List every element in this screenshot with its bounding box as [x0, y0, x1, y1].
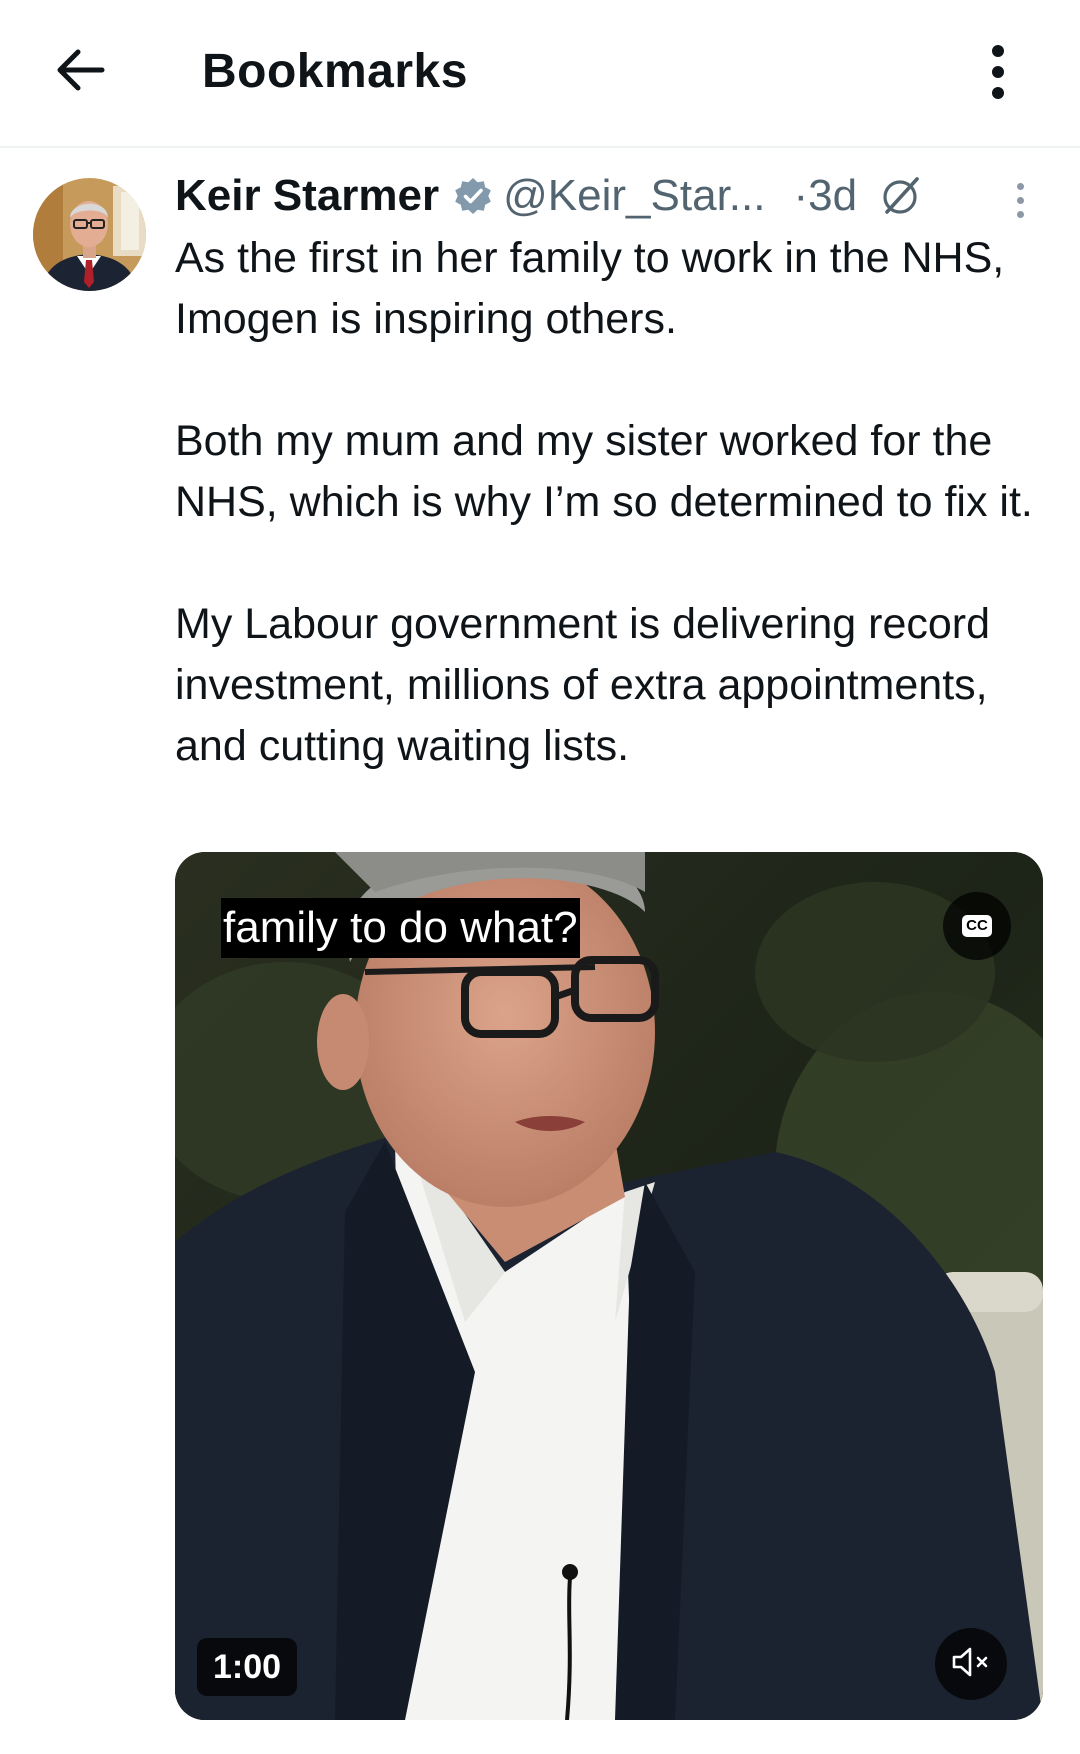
more-options-button[interactable]: [966, 36, 1030, 108]
video-player[interactable]: family to do what? CC 1:00: [175, 852, 1043, 1720]
closed-captions-button[interactable]: CC: [943, 892, 1011, 960]
avatar-image: [33, 178, 146, 291]
more-vertical-icon: [1016, 182, 1024, 190]
grok-icon[interactable]: [879, 174, 923, 218]
tweet-paragraph: My Labour government is delivering recor…: [175, 600, 991, 770]
author-handle[interactable]: @Keir_Star...: [503, 171, 765, 221]
video-frame: [175, 852, 1043, 1720]
arrow-left-icon: [54, 48, 106, 97]
tweet-header: Keir Starmer @Keir_Star... ·3d: [175, 166, 923, 226]
back-button[interactable]: [44, 36, 116, 108]
tweet-text: As the first in her family to work in th…: [175, 228, 1055, 777]
author-name[interactable]: Keir Starmer: [175, 171, 439, 221]
more-vertical-icon: [992, 45, 1004, 57]
page-title: Bookmarks: [202, 45, 468, 98]
mute-toggle-button[interactable]: [935, 1628, 1007, 1700]
top-app-bar: Bookmarks: [0, 0, 1080, 148]
video-duration: 1:00: [197, 1638, 298, 1696]
verified-badge-icon: [453, 176, 493, 216]
tweet-timestamp[interactable]: ·3d: [793, 171, 857, 221]
video-caption: family to do what?: [221, 898, 580, 958]
speaker-muted-icon: [951, 1646, 991, 1683]
closed-captions-icon: CC: [962, 915, 992, 937]
tweet-paragraph: As the first in her family to work in th…: [175, 234, 1005, 343]
tweet-more-button[interactable]: [1005, 178, 1035, 222]
tweet-paragraph: Both my mum and my sister worked for the…: [175, 417, 1033, 526]
avatar[interactable]: [33, 178, 146, 291]
